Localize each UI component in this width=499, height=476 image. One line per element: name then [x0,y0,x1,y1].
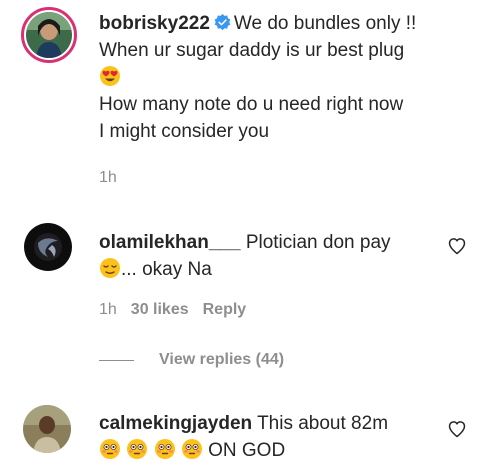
comment-meta: 1h 30 likes Reply [99,301,260,319]
username[interactable]: calmekingjayden [99,413,252,434]
avatar-image [24,223,72,271]
flushed-face-emoji [127,439,148,459]
comment-line: This about 82m [257,413,389,434]
comment-line: ... okay Na [121,259,212,280]
comment-line: We do bundles only !! [233,13,417,34]
heart-icon[interactable] [447,236,467,256]
comment-line: When ur sugar daddy is ur best plug [99,40,405,61]
reply-button[interactable]: Reply [203,301,247,318]
username[interactable]: olamilekhan___ [99,232,241,253]
heart-eyes-emoji [100,66,120,86]
comment-text: calmekingjayden This about 82m ON GOD [99,410,439,464]
avatar[interactable] [26,12,72,58]
flushed-face-emoji [154,439,175,459]
avatar[interactable] [24,223,72,271]
verified-badge-icon [214,14,231,31]
comment-line: ON GOD [208,440,286,461]
username[interactable]: bobrisky222 [99,13,210,34]
avatar-image [26,12,72,58]
comment-line: How many note do u need right now [99,94,404,115]
heart-icon[interactable] [447,419,467,439]
view-replies-button[interactable]: View replies (44) [159,351,284,369]
relieved-face-emoji [100,258,120,278]
likes-count[interactable]: 30 likes [131,301,189,318]
comment-line: Plotician don pay [245,232,391,253]
avatar[interactable] [23,405,71,453]
comment-text: olamilekhan___ Plotician don pay ... oka… [99,229,439,283]
flushed-face-emoji [181,439,202,459]
comment-text: bobrisky222 We do bundles only !! When u… [99,10,479,145]
timestamp[interactable]: 1h [99,301,117,318]
comment-meta: 1h [99,169,131,187]
flushed-face-emoji [100,439,120,459]
avatar-image [23,405,71,453]
timestamp[interactable]: 1h [99,169,117,186]
replies-divider [99,360,134,361]
comment-line: I might consider you [99,121,270,142]
